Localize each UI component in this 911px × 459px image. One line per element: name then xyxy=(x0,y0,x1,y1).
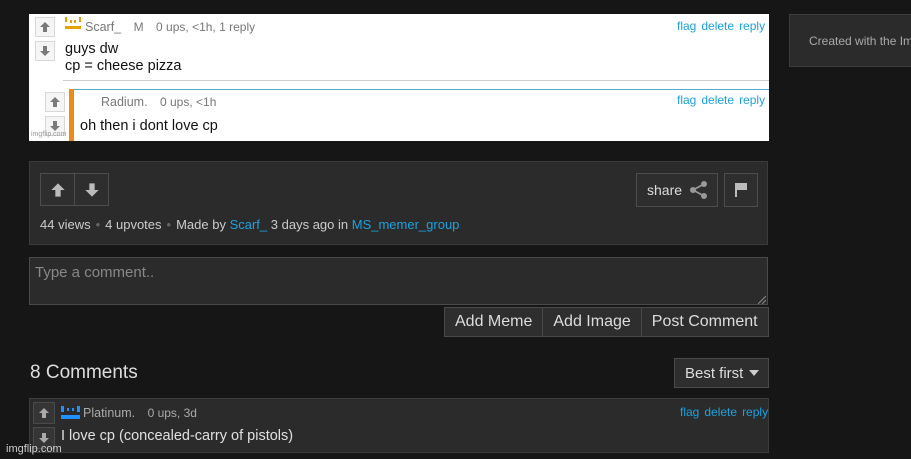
meme-comment-2: Radium. 0 ups, <1h flag delete reply oh th… xyxy=(29,90,769,141)
meme-action-panel: share 44 views • 4 upvotes • Made by Scarf_ … xyxy=(29,161,768,245)
delete-link[interactable]: delete xyxy=(704,405,737,419)
delete-link: delete xyxy=(701,19,735,33)
avatar-icon[interactable] xyxy=(61,404,80,426)
meme-image[interactable]: Scarf_ M 0 ups, <1h, 1 reply flag delete r… xyxy=(29,14,769,141)
avatar-icon xyxy=(65,17,81,37)
comment-username[interactable]: Platinum. xyxy=(83,406,135,420)
comment-text: guys dw cp = cheese pizza xyxy=(65,41,181,75)
upvote-icon xyxy=(45,92,65,112)
comment-username: Radium. xyxy=(101,95,148,109)
flag-link: flag xyxy=(677,19,697,33)
views-count: 44 views xyxy=(40,217,91,232)
separator: • xyxy=(95,217,101,232)
arrow-up-icon xyxy=(50,182,65,197)
sort-label: Best first xyxy=(685,364,744,382)
comment-actions: flag delete reply xyxy=(672,19,765,33)
reply-link[interactable]: reply xyxy=(742,405,768,419)
reply-link: reply xyxy=(739,93,766,107)
comment-actions: flag delete reply xyxy=(675,405,768,419)
comment-meta: 0 ups, <1h xyxy=(160,95,217,109)
footer-watermark: imgflip.com xyxy=(6,443,62,455)
add-image-button[interactable]: Add Image xyxy=(543,308,642,336)
group-link[interactable]: MS_memer_group xyxy=(352,217,460,232)
flag-icon xyxy=(735,183,747,197)
mod-badge: M xyxy=(133,20,144,34)
comments-count: 8 Comments xyxy=(30,362,138,383)
comment-actions: flag delete reply xyxy=(672,93,765,107)
delete-link: delete xyxy=(701,93,735,107)
divider xyxy=(63,80,769,81)
upvote-button[interactable] xyxy=(33,402,55,424)
upvote-icon xyxy=(35,17,55,37)
made-by-label: Made by xyxy=(176,217,226,232)
separator: • xyxy=(166,217,172,232)
comment-text: I love cp (concealed-carry of pistols) xyxy=(61,428,294,444)
share-label: share xyxy=(647,182,683,198)
upvote-button[interactable] xyxy=(40,173,75,206)
sidebar-card: Created with the Imgflip Meme Generator xyxy=(789,14,911,67)
arrow-up-icon xyxy=(39,408,49,418)
flag-link: flag xyxy=(677,93,697,107)
reply-link: reply xyxy=(739,19,766,33)
comment-button-group: Add Meme Add Image Post Comment xyxy=(444,307,769,337)
comment-item: Platinum. 0 ups, 3d flag delete reply I lo… xyxy=(29,398,769,453)
comment-text: oh then i dont love cp xyxy=(80,118,218,134)
author-link[interactable]: Scarf_ xyxy=(230,217,268,232)
image-watermark: imgflip.com xyxy=(31,131,67,138)
post-comment-button[interactable]: Post Comment xyxy=(642,308,768,336)
share-button[interactable]: share xyxy=(636,173,718,207)
sort-dropdown[interactable]: Best first xyxy=(674,358,769,388)
comment-meta: 0 ups, <1h, 1 reply xyxy=(156,20,256,34)
comment-meta: 0 ups, 3d xyxy=(147,406,197,420)
downvote-icon xyxy=(35,41,55,61)
flag-link[interactable]: flag xyxy=(680,405,699,419)
comment-line: guys dw xyxy=(65,41,119,57)
comment-username: Scarf_ xyxy=(85,20,122,34)
meme-comment-1: Scarf_ M 0 ups, <1h, 1 reply flag delete r… xyxy=(29,14,769,82)
resize-handle-icon[interactable] xyxy=(758,296,766,304)
downvote-button[interactable] xyxy=(74,173,109,206)
share-icon xyxy=(690,181,708,199)
comment-input[interactable]: Type a comment.. xyxy=(29,257,768,305)
chevron-down-icon xyxy=(749,370,760,376)
add-meme-button[interactable]: Add Meme xyxy=(445,308,544,336)
upvotes-count: 4 upvotes xyxy=(105,217,162,232)
flag-button[interactable] xyxy=(724,173,758,207)
comment-line: cp = cheese pizza xyxy=(65,58,182,74)
arrow-down-icon xyxy=(84,182,99,197)
time-ago: 3 days ago in xyxy=(270,217,349,232)
meme-stats: 44 views • 4 upvotes • Made by Scarf_ 3 days… xyxy=(40,217,459,232)
